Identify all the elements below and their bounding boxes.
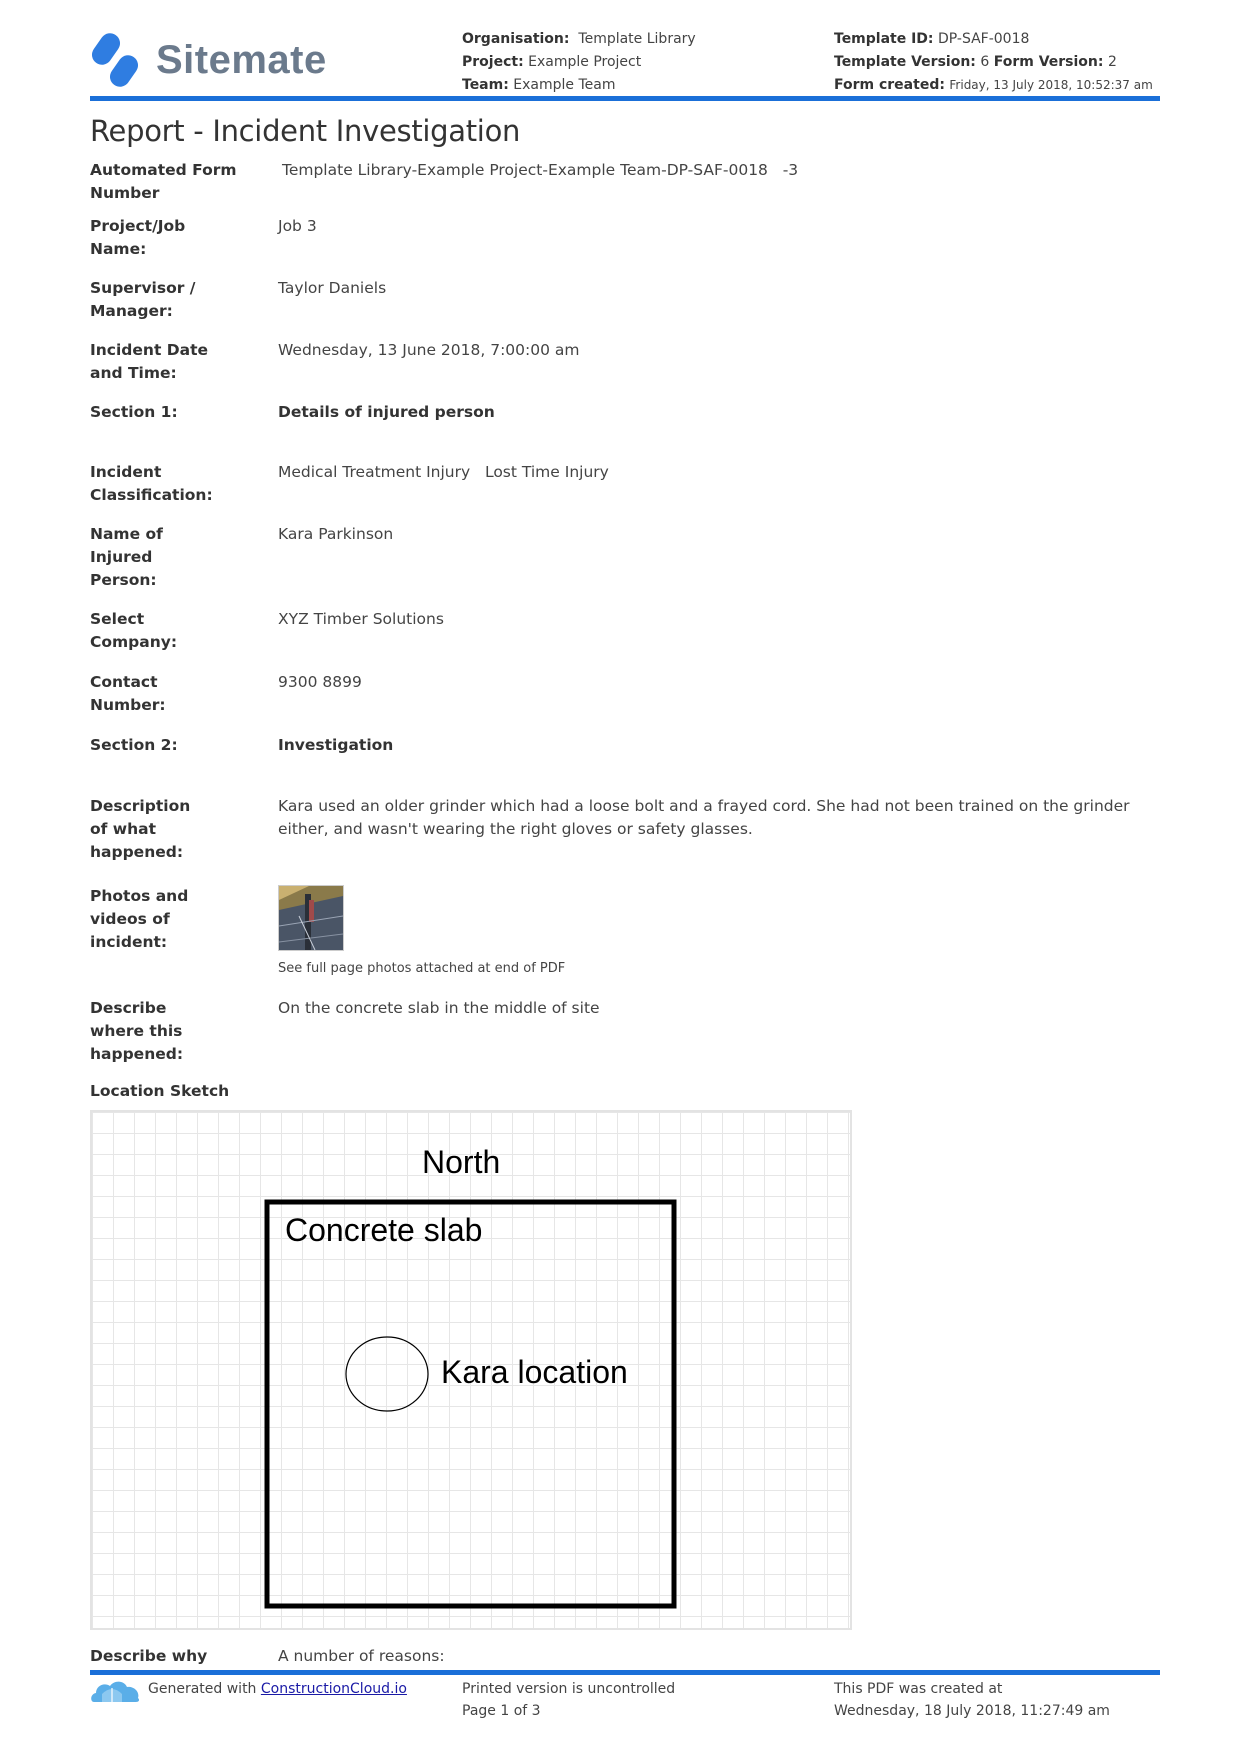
north-label: North <box>422 1144 501 1180</box>
field-label: Section 2: <box>90 736 178 754</box>
field-label: Photos and videos of incident: <box>90 887 189 951</box>
section-1-heading: Section 1: Details of injured person <box>90 401 1160 424</box>
field-label: Describe where this happened: <box>90 999 184 1063</box>
section-title: Details of injured person <box>278 403 495 421</box>
kara-location-label: Kara location <box>441 1354 628 1390</box>
field-value: Template Library-Example Project-Example… <box>282 161 799 179</box>
location-sketch-label: Location Sketch <box>90 1082 230 1100</box>
pdf-created-value: Wednesday, 18 July 2018, 11:27:49 am <box>834 1703 1110 1719</box>
header-divider <box>90 96 1160 101</box>
field-value: On the concrete slab in the middle of si… <box>278 999 600 1017</box>
section-2-heading: Section 2: Investigation <box>90 734 1160 757</box>
section-title: Investigation <box>278 736 394 754</box>
project-value: Example Project <box>528 54 642 70</box>
location-marker-circle <box>345 1336 429 1412</box>
template-version-label: Template Version: <box>834 54 976 70</box>
organisation-label: Organisation: <box>462 31 570 47</box>
photos-container: See full page photos attached at end of … <box>278 885 1160 980</box>
field-value: Wednesday, 13 June 2018, 7:00:00 am <box>278 341 580 359</box>
project-label: Project: <box>462 54 524 70</box>
team-value: Example Team <box>513 77 616 93</box>
sitemate-logo: Sitemate <box>92 30 452 90</box>
template-id-label: Template ID: <box>834 31 934 47</box>
field-describe-where: Describe where this happened: On the con… <box>90 997 1160 1066</box>
field-describe-why: Describe why A number of reasons: <box>90 1645 1160 1668</box>
field-incident-classification: Incident Classification: Medical Treatme… <box>90 461 1160 507</box>
field-label: Section 1: <box>90 403 178 421</box>
sitemate-logo-icon <box>92 33 138 87</box>
field-value: Medical Treatment Injury Lost Time Injur… <box>278 463 609 481</box>
field-automated-form-number: Automated Form Number Template Library-E… <box>90 159 1160 205</box>
field-value: Kara used an older grinder which had a l… <box>278 797 1130 838</box>
field-value: A number of reasons: <box>278 1647 445 1665</box>
pdf-created-label: This PDF was created at <box>834 1681 1003 1697</box>
form-created-label: Form created: <box>834 77 945 93</box>
field-label: Supervisor / Manager: <box>90 279 196 320</box>
field-incident-date-time: Incident Date and Time: Wednesday, 13 Ju… <box>90 339 1160 385</box>
form-created-value: Friday, 13 July 2018, 10:52:37 am <box>949 78 1153 92</box>
field-project-job-name: Project/Job Name: Job 3 <box>90 215 1160 261</box>
field-photos-videos: Photos and videos of incident: See full … <box>90 885 1160 980</box>
form-version-label: Form Version: <box>993 54 1104 70</box>
location-sketch: North Concrete slab Kara location <box>90 1110 852 1630</box>
field-description-what-happened: Description of what happened: Kara used … <box>90 795 1160 864</box>
template-version-value: 6 <box>980 54 990 70</box>
field-label: Name of Injured Person: <box>90 525 163 589</box>
generated-prefix: Generated with <box>148 1681 257 1697</box>
field-label: Description of what happened: <box>90 797 191 861</box>
photo-caption: See full page photos attached at end of … <box>278 961 566 976</box>
template-id-value: DP-SAF-0018 <box>937 31 1030 47</box>
page-number: Page 1 of 3 <box>462 1703 541 1719</box>
form-version-value: 2 <box>1107 54 1117 70</box>
concrete-slab-label: Concrete slab <box>285 1212 483 1248</box>
field-injured-person-name: Name of Injured Person: Kara Parkinson <box>90 523 1160 592</box>
field-label: Incident Classification: <box>90 463 213 504</box>
organisation-value: Template Library <box>578 31 696 47</box>
field-label: Describe why <box>90 1647 208 1665</box>
construction-cloud-link[interactable]: ConstructionCloud.io <box>261 1678 407 1700</box>
field-label: Project/Job Name: <box>90 217 186 258</box>
footer-divider <box>90 1670 1160 1675</box>
field-supervisor-manager: Supervisor / Manager: Taylor Daniels <box>90 277 1160 323</box>
field-contact-number: Contact Number: 9300 8899 <box>90 671 1160 717</box>
concrete-slab-outline <box>264 1199 677 1609</box>
field-value: Job 3 <box>278 217 317 235</box>
header-meta-project: Organisation: Template Library Project: … <box>462 28 696 97</box>
construction-cloud-icon <box>91 1681 140 1702</box>
field-value: Kara Parkinson <box>278 525 394 543</box>
field-value: XYZ Timber Solutions <box>278 610 444 628</box>
page-title: Report - Incident Investigation <box>90 114 521 148</box>
footer-created: This PDF was created at Wednesday, 18 Ju… <box>834 1678 1110 1722</box>
field-label: Select Company: <box>90 610 178 651</box>
field-label: Automated Form Number <box>90 161 237 202</box>
incident-photo-thumbnail[interactable] <box>278 885 344 951</box>
footer-generated: Generated with ConstructionCloud.io <box>90 1678 407 1704</box>
team-label: Team: <box>462 77 509 93</box>
uncontrolled-notice: Printed version is uncontrolled <box>462 1681 676 1697</box>
field-select-company: Select Company: XYZ Timber Solutions <box>90 608 1160 654</box>
field-label: Incident Date and Time: <box>90 341 208 382</box>
field-label: Contact Number: <box>90 673 166 714</box>
field-value: Taylor Daniels <box>278 279 387 297</box>
brand-name: Sitemate <box>156 37 327 82</box>
footer-status: Printed version is uncontrolled Page 1 o… <box>462 1678 675 1722</box>
photo-image-icon <box>279 886 343 950</box>
field-value: 9300 8899 <box>278 673 362 691</box>
header-meta-template: Template ID: DP-SAF-0018 Template Versio… <box>834 28 1153 97</box>
